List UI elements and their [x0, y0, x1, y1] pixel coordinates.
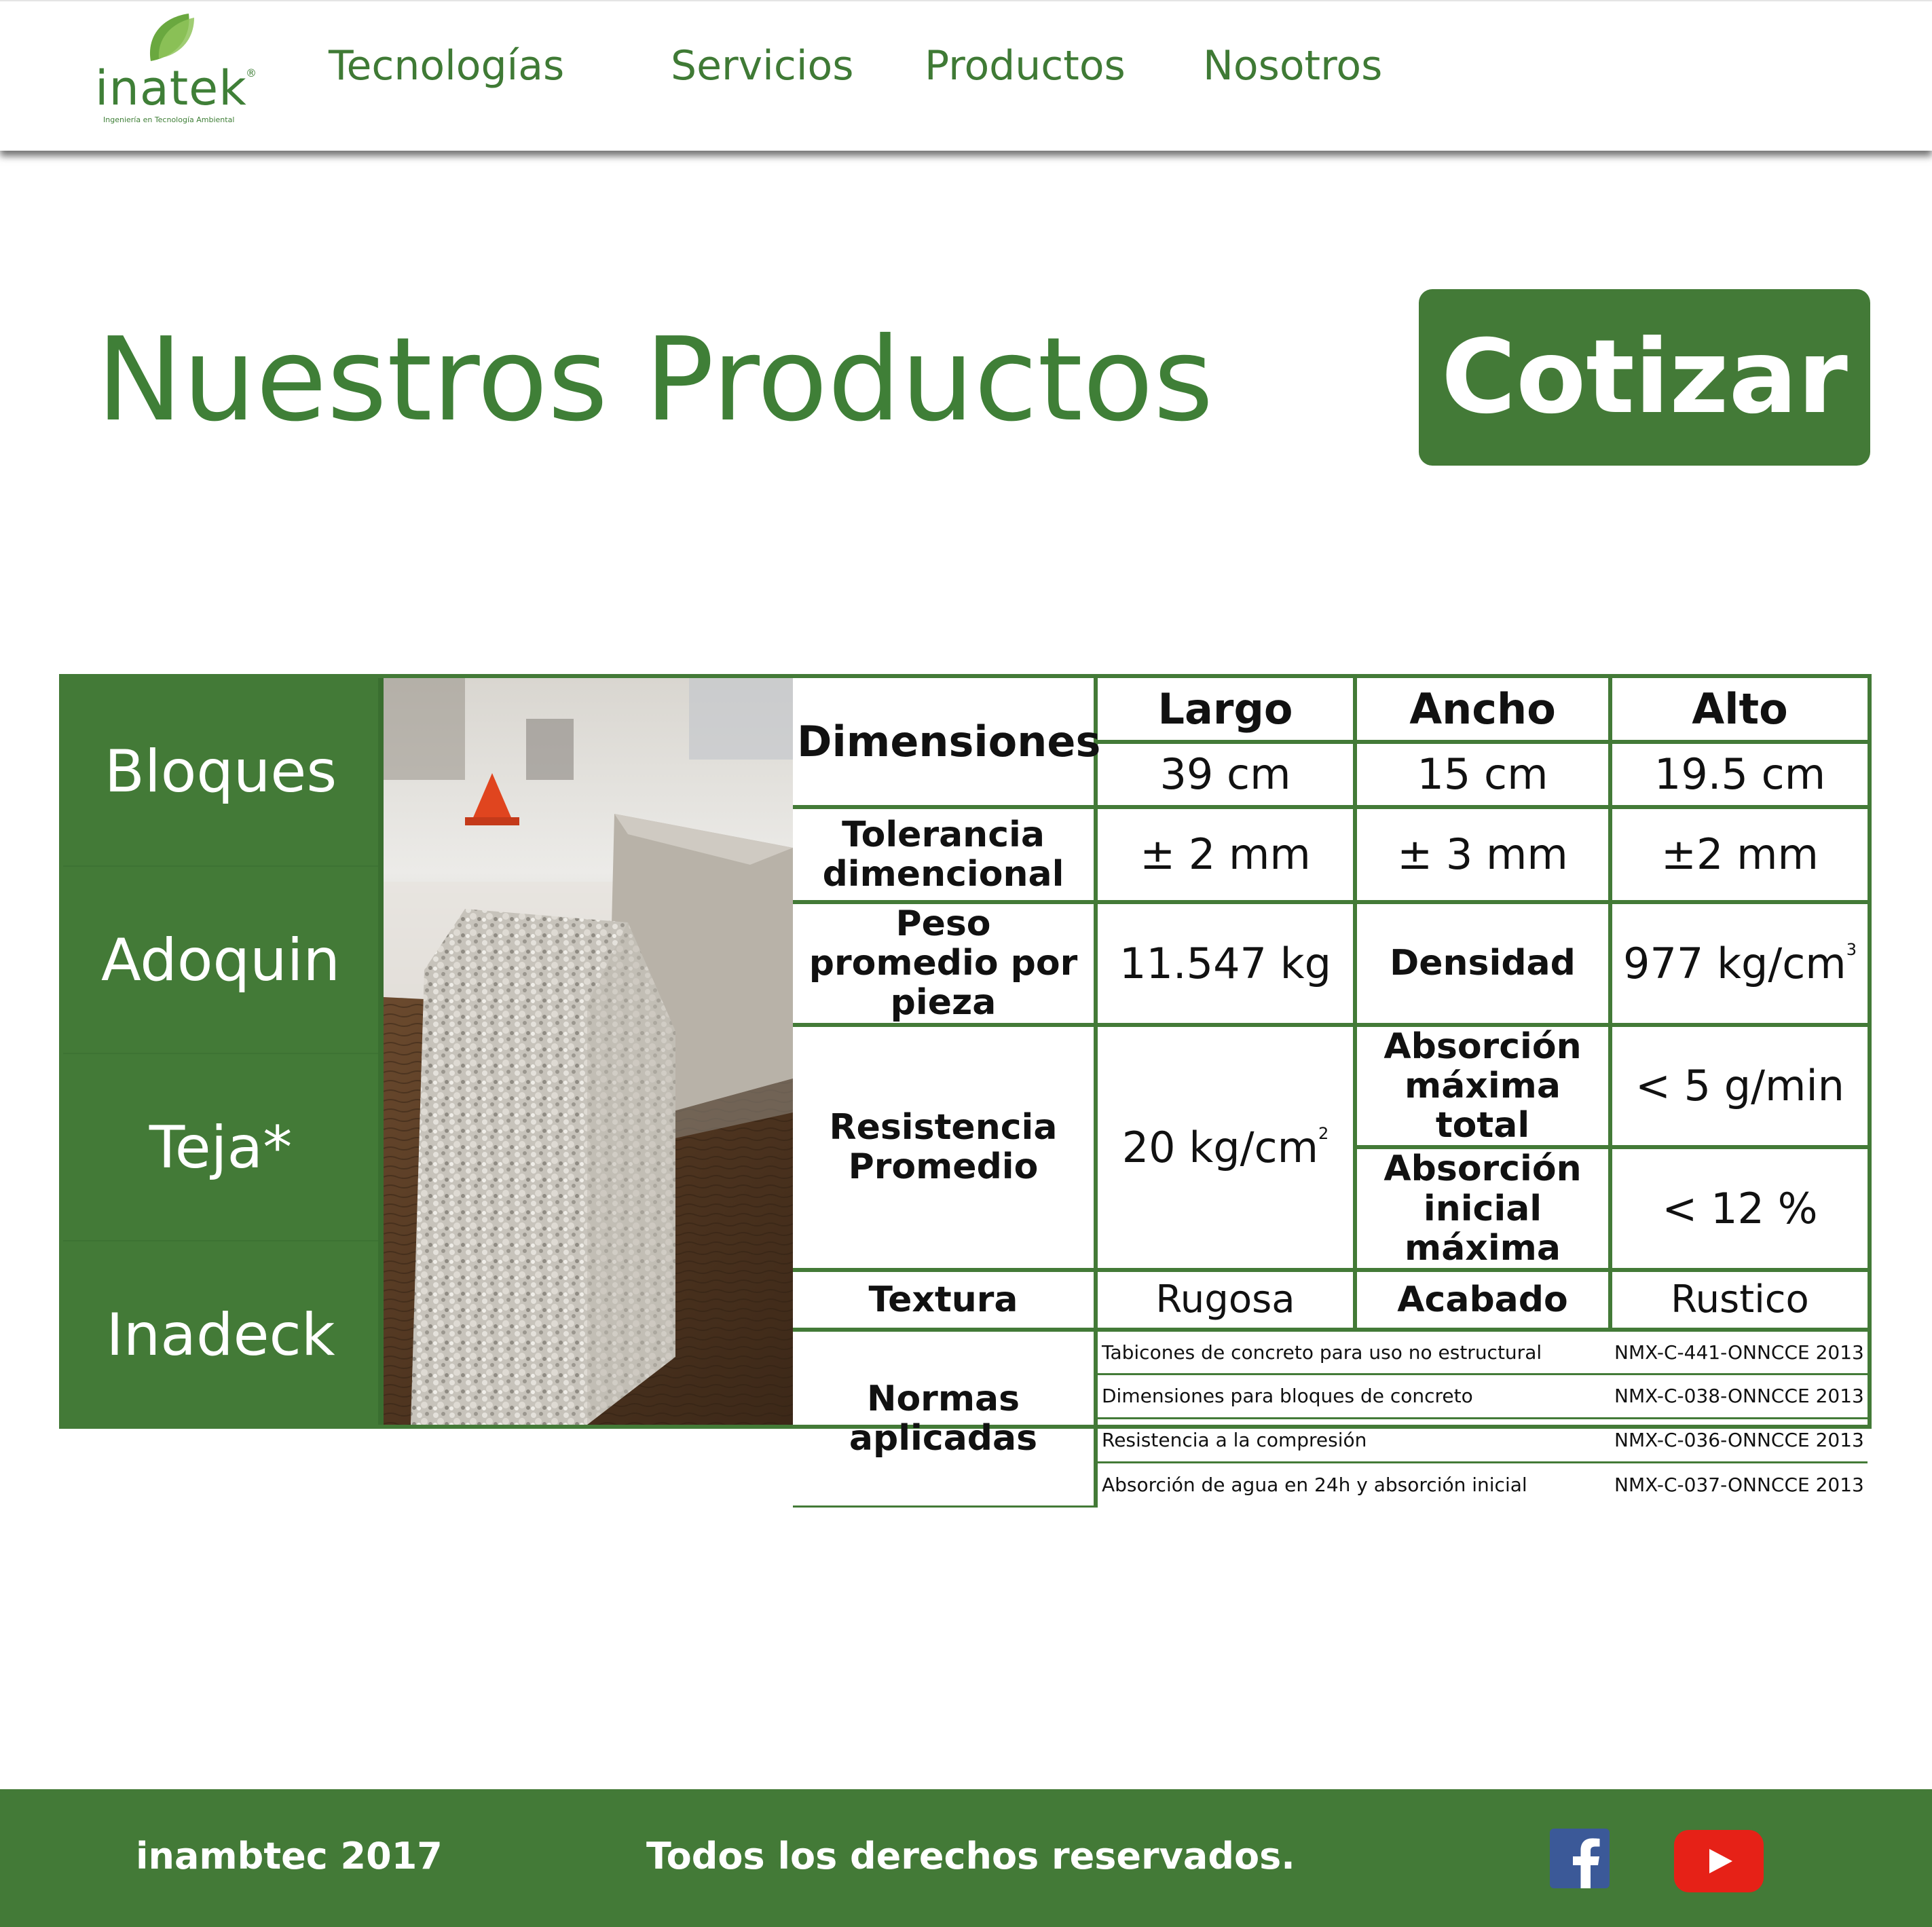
norma-name: Dimensiones para bloques de concreto [1094, 1372, 1610, 1419]
absorcion-inicial-label: Absorción inicial máxima [1353, 1145, 1612, 1273]
nav-nosotros[interactable]: Nosotros [1203, 39, 1382, 93]
registered-mark: ® [246, 67, 257, 79]
product-panel: Bloques Adoquin Teja* Inadeck Dimensione… [59, 674, 1872, 1508]
textura-value: Rugosa [1094, 1268, 1357, 1332]
absorcion-total-label: Absorción máxima total [1353, 1022, 1612, 1150]
brand-tagline: Ingeniería en Tecnología Ambiental [103, 115, 235, 124]
norma-name: Tabicones de concreto para uso no estruc… [1094, 1328, 1610, 1375]
category-inadeck[interactable]: Inadeck [63, 1240, 378, 1429]
youtube-icon[interactable] [1674, 1830, 1764, 1895]
acabado-value: Rustico [1608, 1268, 1868, 1332]
site-footer: inambtec 2017 Todos los derechos reserva… [0, 1789, 1932, 1927]
tolerancia-largo: ± 2 mm [1094, 805, 1357, 904]
brand-name: inatek [95, 60, 247, 116]
peso-label: Peso promedio por pieza [793, 900, 1098, 1027]
dimension-ancho: 15 cm [1353, 740, 1612, 809]
norma-code: NMX-C-441-ONNCCE 2013 [1610, 1328, 1868, 1375]
tolerancia-alto: ±2 mm [1608, 805, 1868, 904]
nav-tecnologias[interactable]: Tecnologías [329, 39, 564, 93]
page-title: Nuestros Productos [96, 313, 1214, 447]
dimensiones-label: Dimensiones [793, 678, 1100, 809]
product-photo [384, 678, 793, 1425]
peso-value: 11.547 kg [1094, 900, 1357, 1027]
densidad-value: 977 kg/cm [1623, 938, 1846, 988]
cotizar-button[interactable]: Cotizar [1419, 289, 1870, 466]
resistencia-value: 20 kg/cm [1121, 1122, 1318, 1172]
norma-code: NMX-C-038-ONNCCE 2013 [1610, 1372, 1868, 1419]
norma-code: NMX-C-036-ONNCCE 2013 [1610, 1417, 1868, 1463]
header-largo: Largo [1094, 678, 1357, 744]
facebook-icon[interactable] [1550, 1829, 1610, 1891]
dimension-alto: 19.5 cm [1608, 740, 1868, 809]
absorcion-inicial-value: < 12 % [1608, 1145, 1868, 1273]
dimension-largo: 39 cm [1094, 740, 1357, 809]
acabado-label: Acabado [1353, 1268, 1612, 1332]
tolerancia-ancho: ± 3 mm [1353, 805, 1612, 904]
textura-label: Textura [793, 1268, 1098, 1332]
footer-rights: Todos los derechos reservados. [646, 1835, 1295, 1877]
normas-label: Normas aplicadas [793, 1328, 1098, 1508]
tolerancia-label: Tolerancia dimencional [793, 805, 1098, 904]
densidad-exponent: 3 [1846, 939, 1857, 959]
nav-servicios[interactable]: Servicios [671, 39, 853, 93]
absorcion-total-value: < 5 g/min [1608, 1022, 1868, 1150]
spec-table: Dimensiones Largo Ancho Alto 39 cm 15 cm… [793, 678, 1868, 1508]
brand-logo[interactable]: inatek ® Ingeniería en Tecnología Ambien… [95, 8, 272, 124]
site-header: inatek ® Ingeniería en Tecnología Ambien… [0, 0, 1932, 151]
category-teja[interactable]: Teja* [63, 1053, 378, 1241]
norma-code: NMX-C-037-ONNCCE 2013 [1610, 1461, 1868, 1507]
leaf-logo-icon [149, 14, 194, 61]
header-alto: Alto [1608, 678, 1868, 744]
norma-name: Absorción de agua en 24h y absorción ini… [1094, 1461, 1610, 1507]
resistencia-cell: 20 kg/cm2 [1094, 1022, 1357, 1273]
category-adoquin[interactable]: Adoquin [63, 865, 378, 1054]
norma-name: Resistencia a la compresión [1094, 1417, 1610, 1463]
resistencia-label: Resistencia Promedio [793, 1022, 1098, 1273]
nav-productos[interactable]: Productos [925, 39, 1126, 93]
densidad-cell: 977 kg/cm3 [1608, 900, 1868, 1027]
footer-company: inambtec 2017 [136, 1835, 443, 1877]
category-list: Bloques Adoquin Teja* Inadeck [63, 678, 384, 1425]
resistencia-exponent: 2 [1318, 1123, 1329, 1143]
header-ancho: Ancho [1353, 678, 1612, 744]
category-bloques[interactable]: Bloques [63, 678, 378, 865]
densidad-label: Densidad [1353, 900, 1612, 1027]
